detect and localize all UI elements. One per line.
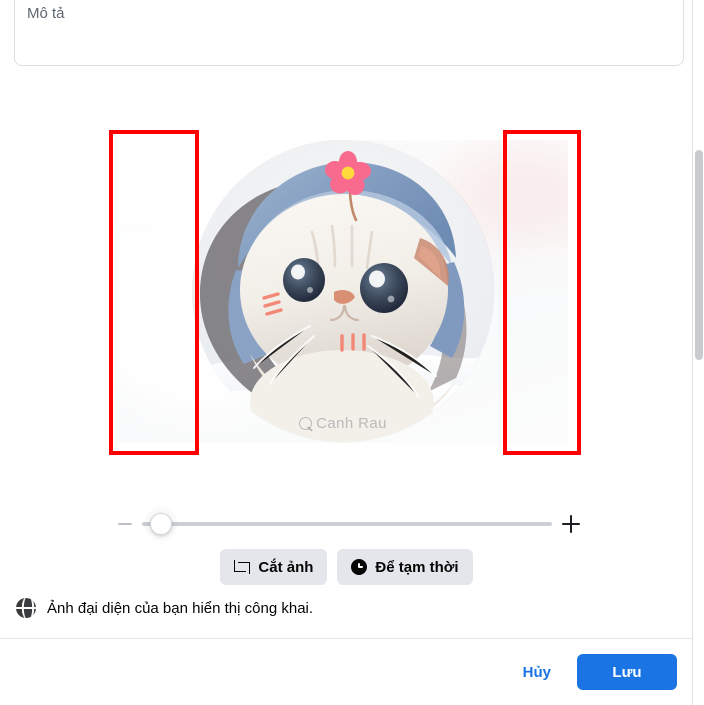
cat-photo-illustration <box>192 140 494 442</box>
temporary-photo-label: Để tạm thời <box>375 558 459 576</box>
description-input[interactable] <box>14 0 684 66</box>
save-button[interactable]: Lưu <box>577 654 677 690</box>
minus-icon[interactable] <box>118 523 132 525</box>
crop-icon <box>234 559 251 575</box>
description-field-wrapper <box>14 0 684 66</box>
zoom-slider[interactable] <box>142 513 552 535</box>
photo-crop-stage[interactable]: Canh Rau <box>118 140 568 443</box>
photo-action-buttons: Cắt ảnh Để tạm thời <box>0 549 693 585</box>
page-scrollbar-thumb[interactable] <box>695 150 703 360</box>
crop-photo-button[interactable]: Cắt ảnh <box>220 549 328 585</box>
edit-profile-photo-dialog: Canh Rau Cắt ảnh Để tạm thờ <box>0 0 693 638</box>
crop-circle-preview[interactable]: Canh Rau <box>192 140 494 442</box>
clock-icon <box>351 559 368 575</box>
public-visibility-notice: Ảnh đại diện của bạn hiển thị công khai. <box>16 598 313 618</box>
crop-photo-label: Cắt ảnh <box>258 558 314 576</box>
slider-track[interactable] <box>142 522 552 526</box>
dialog-footer: Hủy Lưu <box>0 638 693 705</box>
plus-icon[interactable] <box>562 515 580 533</box>
screen-root: Canh Rau Cắt ảnh Để tạm thờ <box>0 0 704 705</box>
public-visibility-text: Ảnh đại diện của bạn hiển thị công khai. <box>47 599 314 617</box>
slider-thumb[interactable] <box>150 513 172 535</box>
globe-icon <box>16 598 36 618</box>
cancel-button[interactable]: Hủy <box>509 656 565 689</box>
zoom-slider-row[interactable] <box>118 510 580 538</box>
page-scrollbar-track[interactable] <box>693 0 704 705</box>
temporary-photo-button[interactable]: Để tạm thời <box>337 549 473 585</box>
